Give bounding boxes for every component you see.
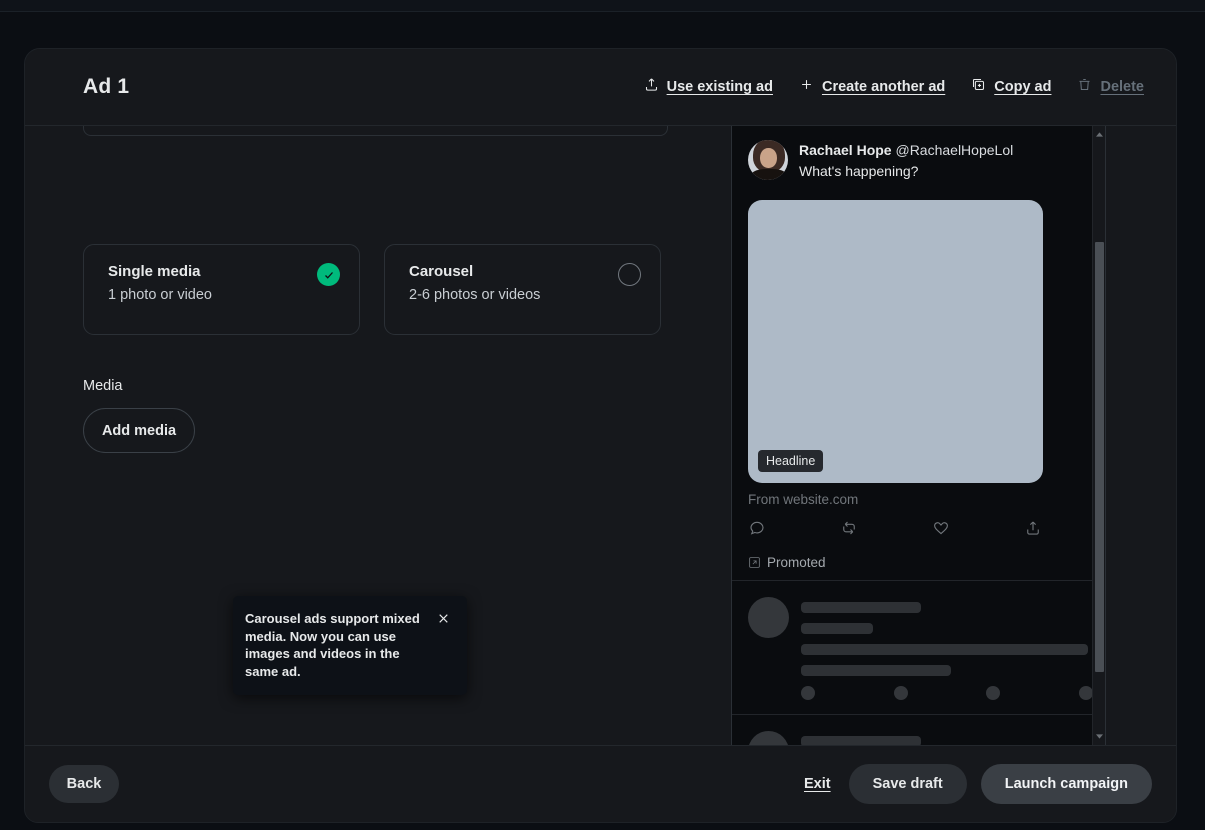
tweet-author: Rachael Hope @RachaelHopeLol What's happ… <box>799 140 1013 180</box>
use-existing-ad-button[interactable]: Use existing ad <box>644 77 773 97</box>
carousel-info-tooltip: Carousel ads support mixed media. Now yo… <box>233 596 467 695</box>
preview-right-spacer <box>1106 126 1176 745</box>
source-domain: From website.com <box>748 492 1089 507</box>
skeleton-bar <box>801 644 1088 655</box>
skeleton-action-dots <box>801 686 1093 700</box>
copy-ad-label: Copy ad <box>994 79 1051 95</box>
skeleton-avatar <box>748 731 789 745</box>
media-type-selector: Single media 1 photo or video Carousel 2… <box>83 126 731 335</box>
media-type-carousel[interactable]: Carousel 2-6 photos or videos <box>384 244 661 335</box>
media-placeholder: Headline <box>748 200 1043 483</box>
launch-campaign-button[interactable]: Launch campaign <box>981 764 1152 804</box>
media-type-subtitle: 2-6 photos or videos <box>409 287 640 303</box>
like-icon[interactable] <box>932 519 950 542</box>
exit-button[interactable]: Exit <box>804 776 831 792</box>
back-button[interactable]: Back <box>49 765 119 803</box>
skeleton-bar <box>801 623 873 634</box>
window-top-strip <box>0 0 1205 12</box>
author-handle: @RachaelHopeLol <box>895 142 1013 158</box>
skeleton-avatar <box>748 597 789 638</box>
media-type-title: Carousel <box>409 263 640 280</box>
add-media-button[interactable]: Add media <box>83 408 195 453</box>
radio-unselected-icon[interactable] <box>618 263 641 286</box>
tooltip-text: Carousel ads support mixed media. Now yo… <box>245 610 429 680</box>
media-type-title: Single media <box>108 263 339 280</box>
trash-icon <box>1077 77 1092 97</box>
header-actions: Use existing ad Create another ad Copy a… <box>644 77 1144 97</box>
skeleton-bar <box>801 736 921 745</box>
ad-form-column: Single media 1 photo or video Carousel 2… <box>25 126 731 745</box>
scroll-up-arrow-icon[interactable] <box>1093 128 1106 141</box>
headline-badge: Headline <box>758 450 823 472</box>
footer-actions: Exit Save draft Launch campaign <box>804 764 1152 804</box>
tweet-header: Rachael Hope @RachaelHopeLol What's happ… <box>748 140 1089 180</box>
save-draft-button[interactable]: Save draft <box>849 764 967 804</box>
close-icon[interactable] <box>435 610 451 626</box>
skeleton-bar <box>801 602 921 613</box>
skeleton-tweet-1 <box>732 581 1105 715</box>
copy-icon <box>971 77 986 97</box>
ad-preview-panel: Rachael Hope @RachaelHopeLol What's happ… <box>731 126 1106 745</box>
delete-ad-label: Delete <box>1100 79 1144 95</box>
reply-icon[interactable] <box>748 519 766 542</box>
media-type-subtitle: 1 photo or video <box>108 287 339 303</box>
tweet-preview-card: Rachael Hope @RachaelHopeLol What's happ… <box>732 126 1105 581</box>
share-icon[interactable] <box>1024 519 1042 542</box>
modal-header: Ad 1 Use existing ad Create another ad C… <box>25 49 1176 126</box>
plus-icon <box>799 77 814 97</box>
use-existing-ad-label: Use existing ad <box>667 79 773 95</box>
scrolled-off-input[interactable] <box>83 126 668 136</box>
delete-ad-button[interactable]: Delete <box>1077 77 1144 97</box>
copy-ad-button[interactable]: Copy ad <box>971 77 1051 97</box>
promoted-label: Promoted <box>767 555 826 570</box>
media-section-label: Media <box>83 378 731 394</box>
scrollbar-thumb[interactable] <box>1095 242 1104 672</box>
modal-body: Single media 1 photo or video Carousel 2… <box>25 126 1176 745</box>
avatar <box>748 140 788 180</box>
upload-icon <box>644 77 659 97</box>
skeleton-lines <box>801 731 1089 745</box>
create-another-ad-label: Create another ad <box>822 79 945 95</box>
skeleton-lines <box>801 597 1093 700</box>
tweet-actions <box>748 519 1046 542</box>
modal-footer: Back Exit Save draft Launch campaign <box>25 745 1176 822</box>
skeleton-bar <box>801 665 951 676</box>
tweet-text: What's happening? <box>799 162 1013 180</box>
scroll-down-arrow-icon[interactable] <box>1093 730 1106 743</box>
promoted-row: Promoted <box>748 555 1089 570</box>
promoted-arrow-icon <box>748 556 761 569</box>
author-display-name: Rachael Hope <box>799 142 892 158</box>
create-another-ad-button[interactable]: Create another ad <box>799 77 945 97</box>
retweet-icon[interactable] <box>840 519 858 542</box>
page-title: Ad 1 <box>83 75 129 99</box>
radio-selected-icon[interactable] <box>317 263 340 286</box>
skeleton-tweet-2 <box>732 715 1105 745</box>
preview-scrollbar[interactable] <box>1092 126 1105 745</box>
ad-editor-modal: Ad 1 Use existing ad Create another ad C… <box>24 48 1177 823</box>
media-type-single-media[interactable]: Single media 1 photo or video <box>83 244 360 335</box>
